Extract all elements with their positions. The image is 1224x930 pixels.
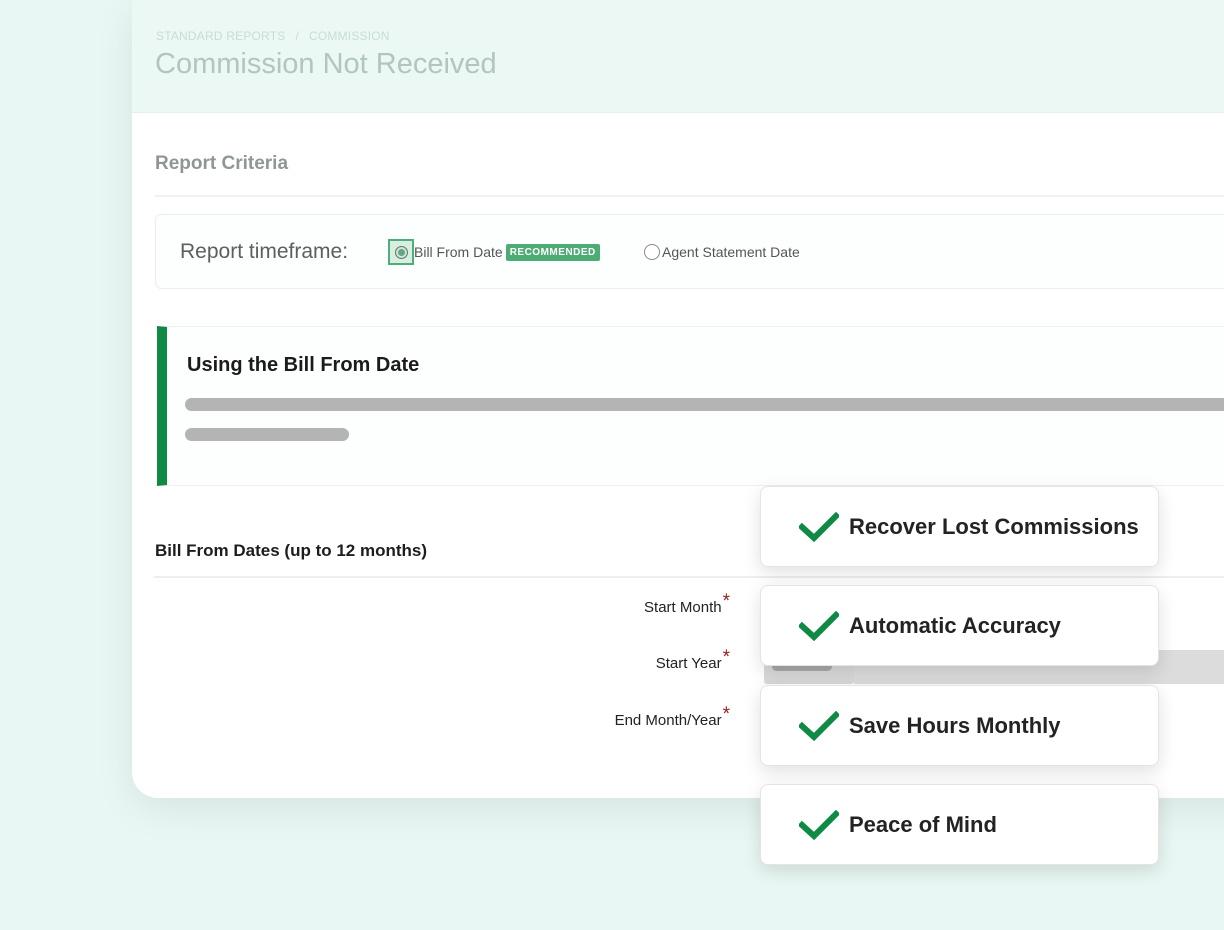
benefit-card-recover-lost-commissions: Recover Lost Commissions (760, 486, 1159, 567)
info-panel-title: Using the Bill From Date (187, 354, 420, 376)
breadcrumb-standard-reports[interactable]: STANDARD REPORTS (156, 29, 285, 43)
end-month-year-label: End Month/Year* (614, 704, 730, 731)
checkmark-icon (799, 710, 839, 741)
benefit-card-save-hours-monthly: Save Hours Monthly (760, 685, 1159, 766)
start-year-label: Start Year* (655, 647, 730, 674)
radio-bill-from-date[interactable]: Bill From Date RECOMMENDED (388, 239, 600, 265)
timeframe-selector: Report timeframe: Bill From Date RECOMME… (155, 214, 1224, 289)
divider (155, 195, 1224, 197)
report-criteria-heading: Report Criteria (155, 153, 289, 174)
benefit-label: Automatic Accuracy (849, 612, 1061, 638)
end-month-year-label-text: End Month/Year (614, 712, 722, 729)
required-asterisk: * (722, 591, 730, 612)
benefit-label: Recover Lost Commissions (849, 513, 1139, 539)
breadcrumb: STANDARD REPORTS / COMMISSION (156, 29, 390, 43)
radio-unchecked-icon[interactable] (644, 244, 660, 260)
start-year-label-text: Start Year (655, 655, 722, 672)
page-title: Commission Not Received (155, 48, 497, 80)
radio-checked-icon[interactable] (394, 245, 408, 259)
start-month-label: Start Month* (644, 591, 730, 618)
radio-selected-focus[interactable] (388, 239, 414, 265)
checkmark-icon (799, 610, 839, 641)
benefit-card-peace-of-mind: Peace of Mind (760, 784, 1159, 865)
report-window: STANDARD REPORTS / COMMISSION Commission… (132, 0, 1224, 798)
required-asterisk: * (722, 647, 730, 668)
checkmark-icon (799, 511, 839, 542)
required-asterisk: * (722, 704, 730, 725)
info-panel: Using the Bill From Date (157, 326, 1224, 486)
start-month-label-text: Start Month (644, 599, 722, 616)
radio-agent-statement-date-label[interactable]: Agent Statement Date (662, 244, 800, 260)
radio-agent-statement-date[interactable]: Agent Statement Date (644, 244, 800, 260)
breadcrumb-separator: / (295, 29, 299, 43)
checkmark-icon (799, 809, 839, 840)
benefit-label: Save Hours Monthly (849, 712, 1061, 738)
recommended-badge: RECOMMENDED (505, 243, 600, 261)
divider (154, 576, 1224, 578)
page-header: STANDARD REPORTS / COMMISSION Commission… (132, 0, 1224, 113)
bill-from-dates-heading: Bill From Dates (up to 12 months) (155, 541, 428, 560)
timeframe-label: Report timeframe: (180, 240, 349, 263)
benefit-label: Peace of Mind (849, 811, 997, 837)
radio-bill-from-date-label[interactable]: Bill From Date (414, 244, 503, 260)
benefit-card-automatic-accuracy: Automatic Accuracy (760, 585, 1159, 666)
breadcrumb-commission[interactable]: COMMISSION (309, 29, 390, 43)
placeholder-text-line (185, 398, 1224, 411)
placeholder-text-line (185, 428, 349, 441)
